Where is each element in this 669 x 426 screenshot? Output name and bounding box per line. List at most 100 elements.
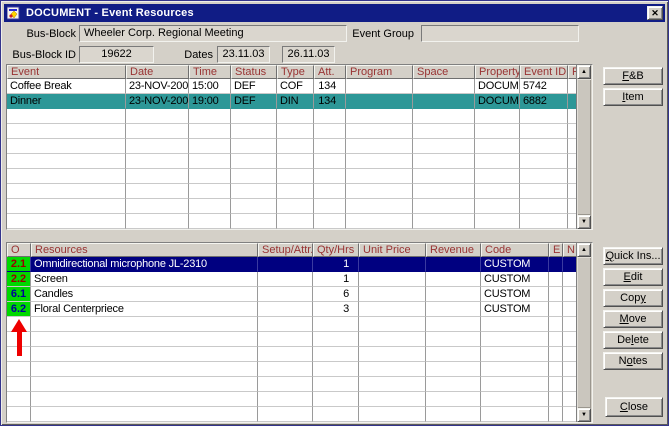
fb-button[interactable]: F&B — [603, 67, 663, 85]
column-header[interactable]: Event — [7, 65, 126, 79]
cell — [346, 169, 413, 184]
edit-button[interactable]: Edit — [603, 268, 663, 286]
event-row[interactable]: Dinner23-NOV-200319:00DEFDIN134DOCUMENT6… — [7, 94, 577, 109]
column-header[interactable]: Qty/Hrs — [313, 243, 359, 257]
cell — [413, 214, 475, 229]
column-header[interactable]: Property — [475, 65, 520, 79]
event-resources-window: DOCUMENT - Event Resources ✕ Bus-Block W… — [0, 0, 669, 426]
table-empty-row[interactable] — [7, 392, 577, 407]
column-header[interactable]: O — [7, 243, 31, 257]
quick-ins-button[interactable]: Quick Ins... — [603, 247, 663, 265]
table-empty-row[interactable] — [7, 109, 577, 124]
table-empty-row[interactable] — [7, 214, 577, 229]
cell: Screen — [31, 272, 258, 287]
resources-scrollbar[interactable]: ▲ ▼ — [576, 243, 592, 422]
table-empty-row[interactable] — [7, 377, 577, 392]
column-header[interactable]: Setup/Attr. — [258, 243, 313, 257]
table-empty-row[interactable] — [7, 332, 577, 347]
column-header[interactable]: Code — [481, 243, 549, 257]
cell — [549, 377, 563, 392]
table-empty-row[interactable] — [7, 154, 577, 169]
cell — [359, 347, 426, 362]
cell — [346, 79, 413, 94]
cell: 5742 — [520, 79, 568, 94]
table-empty-row[interactable] — [7, 199, 577, 214]
column-header[interactable]: Space — [413, 65, 475, 79]
cell: 1 — [313, 272, 359, 287]
cell — [314, 154, 346, 169]
notes-button[interactable]: Notes — [603, 352, 663, 370]
move-button[interactable]: Move — [603, 310, 663, 328]
bus-block-id-label: Bus-Block ID — [9, 49, 76, 61]
cell — [359, 377, 426, 392]
column-header[interactable]: N — [563, 243, 577, 257]
cell — [277, 169, 314, 184]
bus-block-id-field[interactable]: 19622 — [79, 46, 154, 63]
cell — [277, 109, 314, 124]
cell — [563, 392, 577, 407]
column-header[interactable]: E — [549, 243, 563, 257]
copy-button[interactable]: Copy — [603, 289, 663, 307]
cell — [126, 139, 189, 154]
cell — [189, 109, 231, 124]
cell — [359, 272, 426, 287]
event-row[interactable]: Coffee Break23-NOV-200315:00DEFCOF134DOC… — [7, 79, 577, 94]
cell: Omnidirectional microphone JL-2310 — [31, 257, 258, 272]
cell — [314, 199, 346, 214]
resource-row[interactable]: 2.1Omnidirectional microphone JL-23101CU… — [7, 257, 577, 272]
scroll-up-icon[interactable]: ▲ — [577, 65, 591, 79]
table-empty-row[interactable] — [7, 407, 577, 422]
cell — [231, 109, 277, 124]
resource-row[interactable]: 6.2Floral Centerpriece3CUSTOM — [7, 302, 577, 317]
cell — [7, 184, 126, 199]
table-empty-row[interactable] — [7, 362, 577, 377]
resource-row[interactable]: 2.2Screen1CUSTOM — [7, 272, 577, 287]
scroll-down-icon[interactable]: ▼ — [577, 408, 591, 422]
date-to-field[interactable]: 26.11.03 — [282, 46, 335, 63]
column-header[interactable]: Time — [189, 65, 231, 79]
cell — [277, 124, 314, 139]
table-empty-row[interactable] — [7, 124, 577, 139]
table-empty-row[interactable] — [7, 184, 577, 199]
cell — [563, 317, 577, 332]
item-button[interactable]: Item — [603, 88, 663, 106]
date-from-field[interactable]: 23.11.03 — [217, 46, 270, 63]
column-header[interactable]: Date — [126, 65, 189, 79]
table-empty-row[interactable] — [7, 317, 577, 332]
events-scrollbar[interactable]: ▲ ▼ — [576, 65, 592, 229]
cell — [563, 287, 577, 302]
cell — [7, 169, 126, 184]
column-header[interactable]: Unit Price — [359, 243, 426, 257]
column-header[interactable]: Att. — [314, 65, 346, 79]
order-cell: 2.1 — [7, 257, 31, 272]
cell — [189, 199, 231, 214]
column-header[interactable]: Resources — [31, 243, 258, 257]
resources-scrollbar-track[interactable] — [577, 257, 591, 408]
events-scrollbar-track[interactable] — [577, 79, 591, 215]
resource-row[interactable]: 6.1Candles6CUSTOM — [7, 287, 577, 302]
table-empty-row[interactable] — [7, 347, 577, 362]
event-group-field[interactable] — [421, 25, 579, 42]
column-header[interactable]: Type — [277, 65, 314, 79]
delete-button[interactable]: Delete — [603, 331, 663, 349]
close-window-button[interactable]: ✕ — [647, 6, 663, 20]
events-table: EventDateTimeStatusTypeAtt.ProgramSpaceP… — [6, 64, 593, 230]
cell — [126, 199, 189, 214]
cell: 23-NOV-2003 — [126, 94, 189, 109]
scroll-down-icon[interactable]: ▼ — [577, 215, 591, 229]
column-header[interactable]: Revenue — [426, 243, 481, 257]
table-empty-row[interactable] — [7, 169, 577, 184]
column-header[interactable]: Status — [231, 65, 277, 79]
bus-block-field[interactable]: Wheeler Corp. Regional Meeting — [79, 25, 347, 42]
cell — [346, 199, 413, 214]
scroll-up-icon[interactable]: ▲ — [577, 243, 591, 257]
cell — [359, 407, 426, 422]
column-header[interactable]: Program — [346, 65, 413, 79]
table-empty-row[interactable] — [7, 139, 577, 154]
cell: 6 — [313, 287, 359, 302]
cell — [549, 392, 563, 407]
cell — [426, 302, 481, 317]
cell — [258, 257, 313, 272]
close-button[interactable]: Close — [605, 397, 663, 417]
column-header[interactable]: Event ID — [520, 65, 568, 79]
